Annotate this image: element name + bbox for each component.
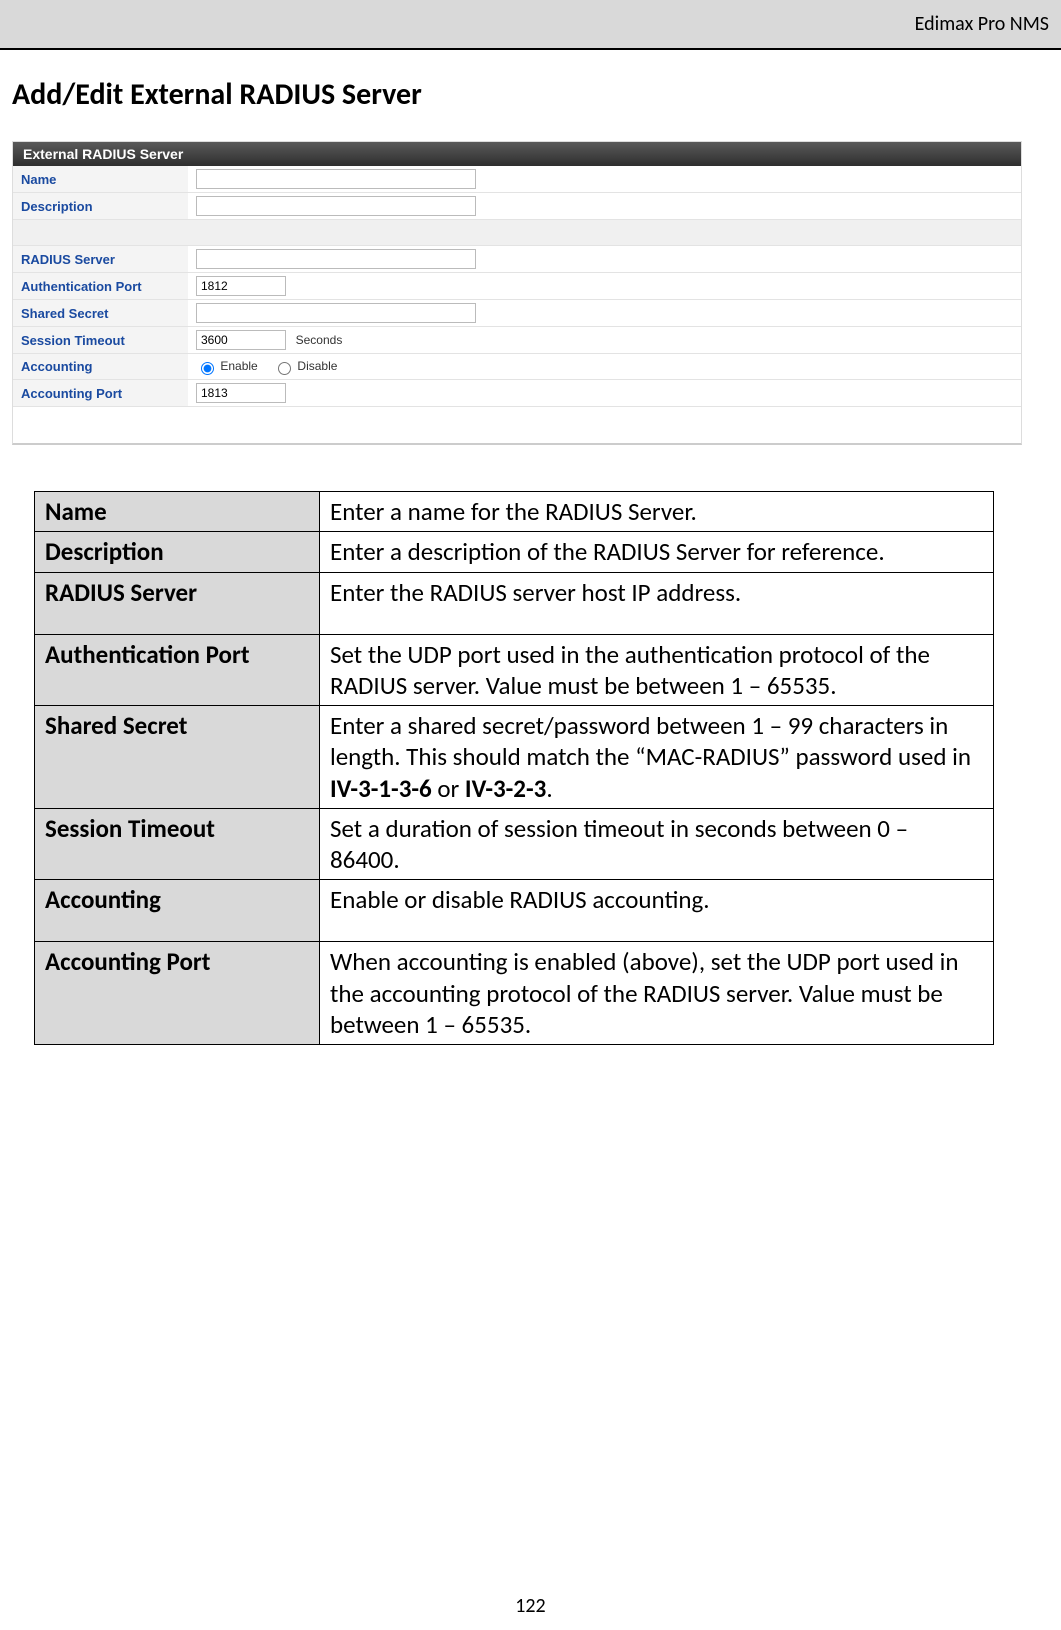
label-name: Name [13, 166, 188, 193]
description-table: NameEnter a name for the RADIUS Server.D… [34, 491, 994, 1045]
name-input[interactable] [196, 169, 476, 189]
session-timeout-unit: Seconds [296, 333, 343, 347]
accounting-disable-option[interactable]: Disable [273, 359, 337, 373]
radius-panel: External RADIUS Server Name Description … [12, 141, 1022, 445]
label-auth-port: Authentication Port [13, 273, 188, 300]
desc-key: Session Timeout [35, 808, 320, 880]
label-accounting-port: Accounting Port [13, 380, 188, 407]
desc-value: Enter a name for the RADIUS Server. [320, 492, 994, 532]
table-row: RADIUS ServerEnter the RADIUS server hos… [35, 572, 994, 634]
table-row: NameEnter a name for the RADIUS Server. [35, 492, 994, 532]
desc-value: Set the UDP port used in the authenticat… [320, 634, 994, 706]
label-radius-server: RADIUS Server [13, 246, 188, 273]
table-row: Shared SecretEnter a shared secret/passw… [35, 706, 994, 809]
desc-value: Enter the RADIUS server host IP address. [320, 572, 994, 634]
product-name: Edimax Pro NMS [915, 12, 1049, 36]
table-row: DescriptionEnter a description of the RA… [35, 532, 994, 572]
desc-value: Set a duration of session timeout in sec… [320, 808, 994, 880]
table-row: AccountingEnable or disable RADIUS accou… [35, 880, 994, 942]
desc-value: Enter a description of the RADIUS Server… [320, 532, 994, 572]
shared-secret-input[interactable] [196, 303, 476, 323]
doc-header: Edimax Pro NMS [0, 0, 1061, 48]
description-input[interactable] [196, 196, 476, 216]
desc-key: Description [35, 532, 320, 572]
table-row: Session TimeoutSet a duration of session… [35, 808, 994, 880]
desc-value: When accounting is enabled (above), set … [320, 942, 994, 1045]
desc-value: Enable or disable RADIUS accounting. [320, 880, 994, 942]
label-accounting: Accounting [13, 354, 188, 380]
accounting-disable-radio[interactable] [278, 362, 291, 375]
auth-port-input[interactable] [196, 276, 286, 296]
accounting-enable-radio[interactable] [201, 362, 214, 375]
desc-value: Enter a shared secret/password between 1… [320, 706, 994, 809]
accounting-enable-label: Enable [220, 359, 257, 373]
accounting-port-input[interactable] [196, 383, 286, 403]
page-number: 122 [0, 1594, 1061, 1618]
desc-key: RADIUS Server [35, 572, 320, 634]
desc-key: Accounting Port [35, 942, 320, 1045]
desc-key: Accounting [35, 880, 320, 942]
desc-key: Name [35, 492, 320, 532]
label-shared-secret: Shared Secret [13, 300, 188, 327]
session-timeout-input[interactable] [196, 330, 286, 350]
radius-server-input[interactable] [196, 249, 476, 269]
page-title: Add/Edit External RADIUS Server [12, 76, 1049, 113]
accounting-disable-label: Disable [297, 359, 337, 373]
accounting-enable-option[interactable]: Enable [196, 359, 261, 373]
desc-key: Shared Secret [35, 706, 320, 809]
table-row: Authentication PortSet the UDP port used… [35, 634, 994, 706]
label-description: Description [13, 193, 188, 220]
table-row: Accounting PortWhen accounting is enable… [35, 942, 994, 1045]
desc-key: Authentication Port [35, 634, 320, 706]
panel-titlebar: External RADIUS Server [13, 142, 1021, 166]
label-session-timeout: Session Timeout [13, 327, 188, 354]
